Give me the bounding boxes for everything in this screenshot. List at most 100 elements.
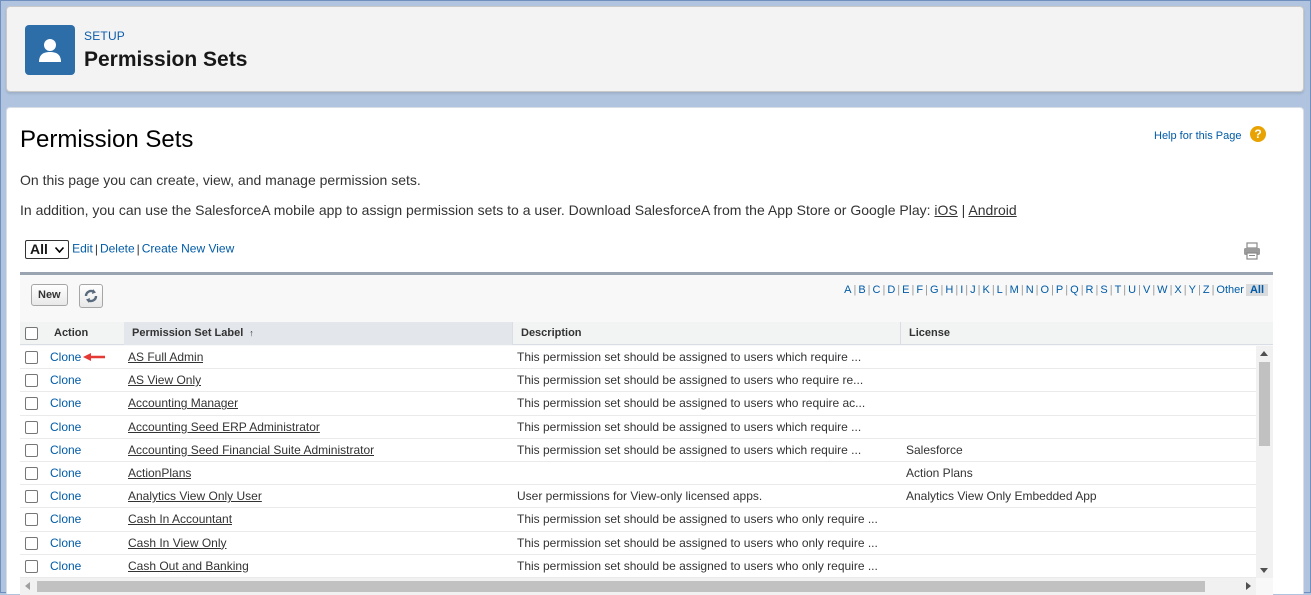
alphabet-filter-o[interactable]: O — [1039, 284, 1052, 296]
create-view-link[interactable]: Create New View — [142, 242, 234, 256]
permission-set-link[interactable]: Accounting Seed Financial Suite Administ… — [128, 443, 374, 457]
scroll-left-icon[interactable] — [25, 582, 30, 590]
horizontal-scrollbar[interactable] — [20, 578, 1256, 595]
row-checkbox[interactable] — [25, 397, 38, 411]
action-cell: Clone — [50, 346, 81, 369]
alphabet-filter-s[interactable]: S — [1098, 284, 1109, 296]
alphabet-filter-n[interactable]: N — [1024, 284, 1036, 296]
view-bar: All Edit | Delete | Create New View — [25, 240, 234, 259]
table-header: Action Permission Set Label ↑ Description… — [20, 322, 1273, 345]
ios-link[interactable]: iOS — [934, 202, 957, 218]
alphabet-filter-all[interactable]: All — [1245, 284, 1268, 296]
row-checkbox[interactable] — [25, 536, 38, 550]
label-cell: ActionPlans — [128, 462, 191, 485]
alphabet-filter-w[interactable]: W — [1155, 284, 1169, 296]
alphabet-filter-v[interactable]: V — [1141, 284, 1152, 296]
permission-set-link[interactable]: Cash Out and Banking — [128, 559, 249, 573]
view-select[interactable]: All — [25, 240, 69, 259]
alphabet-filter-r[interactable]: R — [1084, 284, 1096, 296]
alphabet-filter-g[interactable]: G — [928, 284, 941, 296]
clone-link[interactable]: Clone — [50, 396, 81, 410]
new-button[interactable]: New — [31, 284, 68, 306]
clone-link[interactable]: Clone — [50, 559, 81, 573]
vertical-scrollbar[interactable] — [1256, 346, 1273, 578]
permission-set-link[interactable]: Analytics View Only User — [128, 489, 262, 503]
column-header-label[interactable]: Permission Set Label ↑ — [124, 322, 512, 345]
alphabet-filter-l[interactable]: L — [995, 284, 1005, 296]
alphabet-filter-c[interactable]: C — [871, 284, 883, 296]
alphabet-filter-m[interactable]: M — [1008, 284, 1021, 296]
scroll-up-icon[interactable] — [1260, 351, 1268, 356]
permission-set-link[interactable]: AS Full Admin — [128, 350, 203, 364]
setup-breadcrumb[interactable]: SETUP — [84, 29, 125, 43]
action-cell: Clone — [50, 508, 81, 531]
row-checkbox[interactable] — [25, 490, 38, 504]
help-icon[interactable]: ? — [1250, 126, 1266, 142]
help-link[interactable]: Help for this Page — [1154, 130, 1241, 142]
alphabet-filter-e[interactable]: E — [900, 284, 911, 296]
alphabet-filter-other[interactable]: Other — [1214, 284, 1246, 296]
alphabet-filter-y[interactable]: Y — [1187, 284, 1198, 296]
clone-link[interactable]: Clone — [50, 350, 81, 364]
row-checkbox[interactable] — [25, 513, 38, 527]
edit-view-link[interactable]: Edit — [72, 242, 93, 256]
alphabet-filter-x[interactable]: X — [1172, 284, 1183, 296]
row-checkbox[interactable] — [25, 466, 38, 480]
permission-set-link[interactable]: Cash In Accountant — [128, 512, 232, 526]
alphabet-filter-a[interactable]: A — [842, 284, 853, 296]
column-header-label-text: Permission Set Label — [132, 327, 244, 339]
clone-link[interactable]: Clone — [50, 536, 81, 550]
permission-set-link[interactable]: AS View Only — [128, 373, 201, 387]
alphabet-filter-f[interactable]: F — [914, 284, 925, 296]
row-checkbox[interactable] — [25, 420, 38, 434]
row-checkbox[interactable] — [25, 351, 38, 364]
alphabet-filter-j[interactable]: J — [968, 284, 978, 296]
clone-link[interactable]: Clone — [50, 512, 81, 526]
alphabet-filter-t[interactable]: T — [1113, 284, 1124, 296]
scroll-right-icon[interactable] — [1246, 582, 1251, 590]
action-cell: Clone — [50, 369, 81, 392]
description-cell: This permission set should be assigned t… — [517, 535, 878, 550]
clone-link[interactable]: Clone — [50, 466, 81, 480]
app-frame: SETUP Permission Sets Permission Sets He… — [0, 0, 1311, 595]
column-header-license[interactable]: License — [900, 322, 1273, 345]
delete-view-link[interactable]: Delete — [100, 242, 135, 256]
alphabet-filter-b[interactable]: B — [856, 284, 867, 296]
scroll-thumb[interactable] — [1259, 362, 1270, 446]
alphabet-filter-d[interactable]: D — [885, 284, 897, 296]
select-all-checkbox[interactable] — [25, 327, 38, 340]
refresh-icon — [84, 289, 98, 303]
action-cell: Clone — [50, 416, 81, 439]
clone-link[interactable]: Clone — [50, 420, 81, 434]
alphabet-filter-p[interactable]: P — [1054, 284, 1065, 296]
table-row: Clone Cash Out and Banking This permission… — [20, 555, 1256, 578]
table-row: Clone Analytics View Only User User permis… — [20, 485, 1256, 509]
description-cell: This permission set should be assigned t… — [517, 558, 878, 573]
clone-link[interactable]: Clone — [50, 373, 81, 387]
alphabet-filter-z[interactable]: Z — [1201, 284, 1212, 296]
permission-set-link[interactable]: Accounting Seed ERP Administrator — [128, 420, 320, 434]
printer-icon[interactable] — [1243, 242, 1261, 265]
main-content: Permission Sets Help for this Page ? On … — [6, 107, 1304, 595]
row-checkbox[interactable] — [25, 443, 38, 457]
alphabet-filter-q[interactable]: Q — [1068, 284, 1081, 296]
android-link[interactable]: Android — [968, 202, 1016, 218]
refresh-button[interactable] — [79, 284, 103, 308]
row-checkbox[interactable] — [25, 559, 38, 573]
permission-set-link[interactable]: ActionPlans — [128, 466, 191, 480]
alphabet-filter-u[interactable]: U — [1126, 284, 1138, 296]
permission-set-link[interactable]: Cash In View Only — [128, 536, 227, 550]
view-select-value: All — [30, 241, 48, 257]
label-cell: Cash In Accountant — [128, 508, 232, 531]
view-sep: | — [94, 241, 98, 256]
table-row: Clone ActionPlans Action Plans — [20, 462, 1256, 486]
clone-link[interactable]: Clone — [50, 443, 81, 457]
alphabet-filter-h[interactable]: H — [943, 284, 955, 296]
scroll-down-icon[interactable] — [1260, 568, 1268, 573]
permission-set-link[interactable]: Accounting Manager — [128, 396, 238, 410]
row-checkbox[interactable] — [25, 374, 38, 388]
alphabet-filter-k[interactable]: K — [980, 284, 991, 296]
column-header-description[interactable]: Description — [512, 322, 900, 345]
clone-link[interactable]: Clone — [50, 489, 81, 503]
scroll-thumb[interactable] — [37, 581, 1205, 592]
